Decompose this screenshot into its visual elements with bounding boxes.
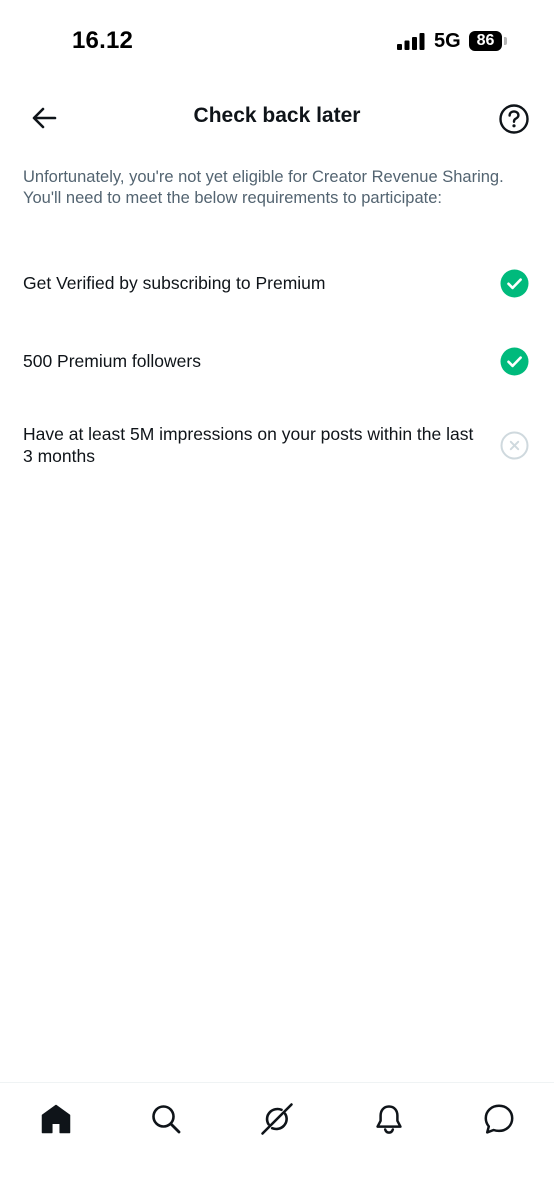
requirement-label: 500 Premium followers (23, 351, 201, 371)
question-circle-icon[interactable] (497, 102, 531, 136)
status-time: 16.12 (72, 27, 134, 54)
battery-level: 86 (469, 31, 502, 51)
intro-text: Unfortunately, you're not yet eligible f… (23, 168, 504, 207)
message-icon[interactable] (481, 1101, 517, 1137)
requirement-label: Have at least 5M impressions on your pos… (23, 424, 474, 466)
bell-icon[interactable] (371, 1101, 407, 1137)
signal-icon (397, 33, 425, 50)
network-type: 5G (434, 30, 461, 52)
search-icon[interactable] (148, 1101, 184, 1137)
bottom-nav (0, 1082, 554, 1201)
check-circle-icon (500, 347, 529, 376)
page-title: Check back later (193, 104, 361, 127)
check-circle-icon (500, 269, 529, 298)
grok-icon[interactable] (259, 1101, 295, 1137)
battery-icon: 86 (469, 31, 509, 51)
x-circle-icon (500, 431, 529, 460)
header: Check back later (0, 90, 554, 146)
requirement-label: Get Verified by subscribing to Premium (23, 273, 326, 293)
home-icon[interactable] (38, 1101, 74, 1137)
status-bar: 16.12 5G 86 (0, 0, 554, 84)
